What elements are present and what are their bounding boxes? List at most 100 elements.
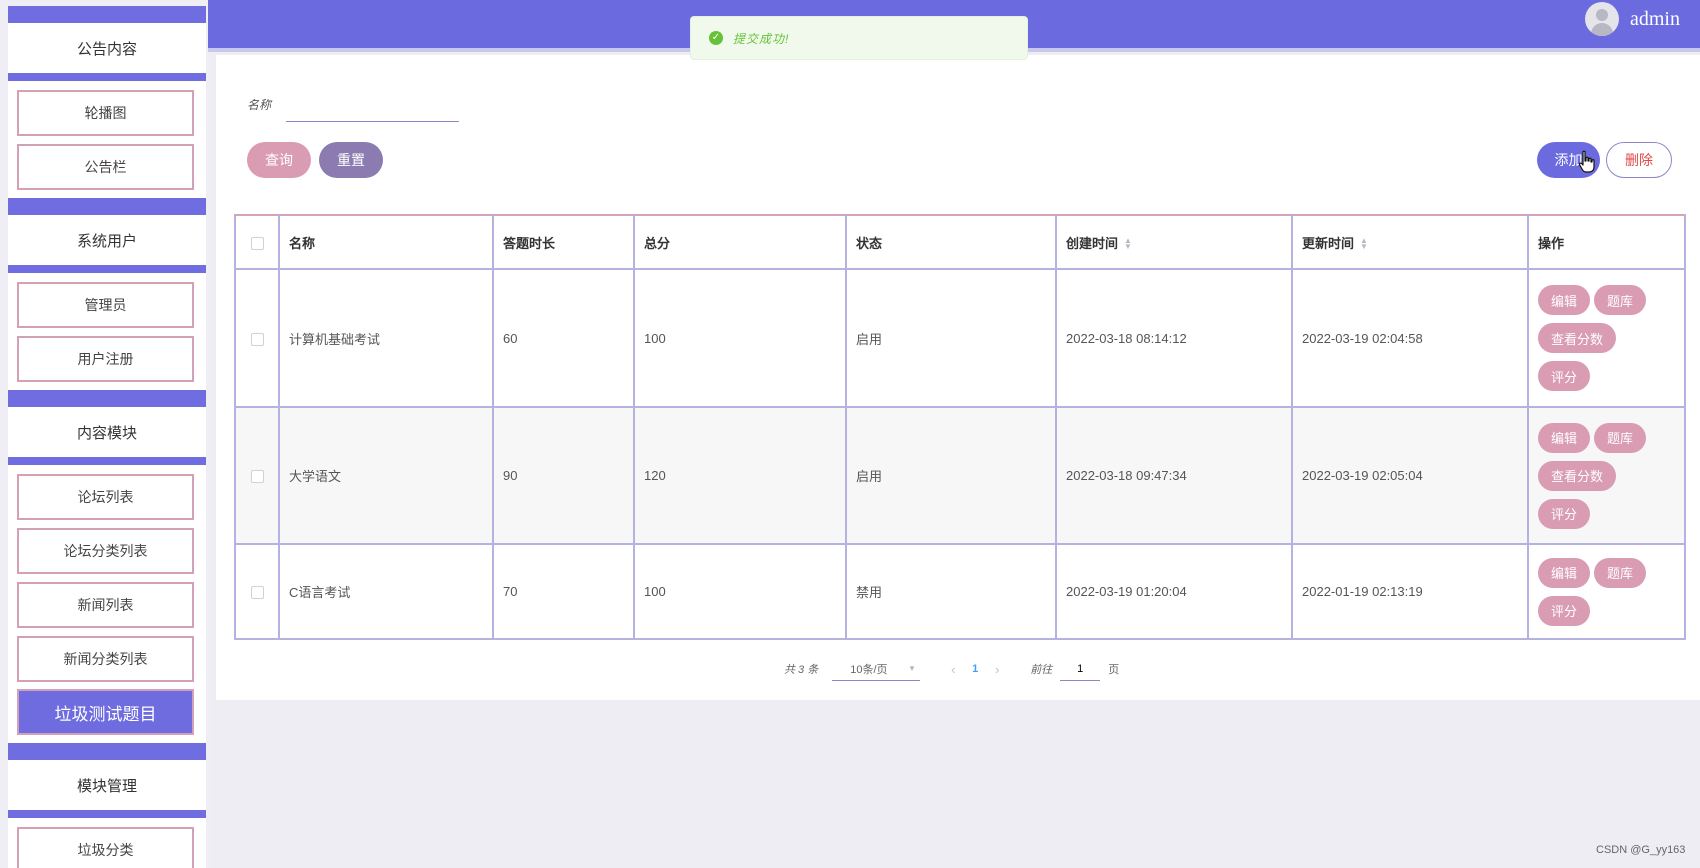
question-bank-button[interactable]: 题库: [1594, 557, 1647, 588]
success-toast: ✓ 提交成功!: [690, 16, 1028, 60]
row-select-cell: [234, 268, 280, 408]
cell-total: 100: [633, 543, 847, 640]
column-header-name: 名称: [278, 214, 494, 270]
cell-updated: 2022-03-19 02:04:58: [1291, 268, 1529, 408]
column-header-status: 状态: [845, 214, 1057, 270]
cell-duration: 90: [492, 406, 635, 545]
delete-button[interactable]: 删除: [1606, 142, 1672, 178]
action-group: 编辑 题库 评分: [1538, 557, 1658, 626]
view-scores-button[interactable]: 查看分数: [1538, 460, 1617, 491]
chevron-down-icon: ▾: [909, 663, 915, 673]
cell-updated: 2022-01-19 02:13:19: [1291, 543, 1529, 640]
cell-actions: 编辑 题库 评分: [1527, 543, 1686, 640]
reset-button[interactable]: 重置: [319, 142, 383, 178]
column-header-created[interactable]: 创建时间 ▲ ▼: [1055, 214, 1293, 270]
table-header-row: 名称 答题时长 总分 状态 创建时间 ▲ ▼ 更新时间 ▲ ▼ 操作: [234, 214, 1686, 270]
avatar-icon[interactable]: [1585, 2, 1619, 36]
edit-button[interactable]: 编辑: [1538, 285, 1591, 315]
watermark: CSDN @G_yy163: [1596, 844, 1686, 856]
cell-actions: 编辑 题库 查看分数 评分: [1527, 268, 1686, 408]
grade-button[interactable]: 评分: [1538, 498, 1591, 529]
hand-cursor-icon: [1578, 150, 1595, 173]
view-scores-button[interactable]: 查看分数: [1538, 323, 1617, 353]
cell-total: 100: [633, 268, 847, 408]
sidebar-bar: [8, 6, 206, 23]
prev-page-icon[interactable]: ‹: [942, 662, 964, 677]
question-bank-button[interactable]: 题库: [1594, 422, 1647, 453]
sidebar-bar: [8, 390, 206, 407]
cell-total: 120: [633, 406, 847, 545]
sidebar-bar: [8, 743, 206, 760]
question-bank-button[interactable]: 题库: [1594, 285, 1647, 315]
query-button[interactable]: 查询: [247, 142, 311, 178]
cell-status: 启用: [845, 406, 1057, 545]
pagination: 共 3 条 10条/页 ▾ ‹ 1 › 前往 页: [784, 657, 1119, 681]
sort-icon[interactable]: ▲ ▼: [1124, 237, 1132, 251]
sort-icon[interactable]: ▲ ▼: [1360, 237, 1368, 251]
page-number[interactable]: 1: [964, 663, 986, 675]
cell-created: 2022-03-18 09:47:34: [1055, 406, 1293, 545]
sidebar-group-content[interactable]: 内容模块: [8, 407, 206, 457]
column-header-updated[interactable]: 更新时间 ▲ ▼: [1291, 214, 1529, 270]
cell-name: 计算机基础考试: [278, 268, 494, 408]
sidebar-bar: [8, 198, 206, 215]
toast-message: 提交成功!: [733, 31, 790, 46]
action-group: 编辑 题库 查看分数 评分: [1538, 285, 1658, 391]
cell-status: 禁用: [845, 543, 1057, 640]
sidebar-group-announcements[interactable]: 公告内容: [8, 23, 206, 73]
goto-label: 前往: [1030, 664, 1053, 676]
row-select-cell: [234, 406, 280, 545]
action-group: 编辑 题库 查看分数 评分: [1538, 422, 1658, 529]
exam-table: 名称 答题时长 总分 状态 创建时间 ▲ ▼ 更新时间 ▲ ▼ 操作 计算机基础考试 6…: [234, 214, 1686, 640]
next-page-icon[interactable]: ›: [986, 662, 1008, 677]
column-header-actions: 操作: [1527, 214, 1686, 270]
sidebar-item-user-register[interactable]: 用户注册: [17, 336, 194, 382]
goto-page-input[interactable]: [1060, 657, 1101, 681]
sidebar-item-carousel[interactable]: 轮播图: [17, 90, 194, 136]
sidebar-bar: [8, 265, 206, 273]
grade-button[interactable]: 评分: [1538, 595, 1591, 626]
sidebar-item-garbage-category[interactable]: 垃圾分类: [17, 827, 194, 868]
select-all-checkbox[interactable]: [250, 236, 264, 250]
cell-name: 大学语文: [278, 406, 494, 545]
pagination-total: 共 3 条: [784, 664, 819, 676]
sidebar-item-news-category-list[interactable]: 新闻分类列表: [17, 636, 194, 682]
cell-updated: 2022-03-19 02:05:04: [1291, 406, 1529, 545]
select-all-cell: [234, 214, 280, 270]
column-header-total: 总分: [633, 214, 847, 270]
sidebar-group-module-management[interactable]: 模块管理: [8, 760, 206, 810]
cell-actions: 编辑 题库 查看分数 评分: [1527, 406, 1686, 545]
cell-duration: 70: [492, 543, 635, 640]
sidebar-item-forum-list[interactable]: 论坛列表: [17, 474, 194, 520]
sidebar-bar: [8, 810, 206, 818]
edit-button[interactable]: 编辑: [1538, 557, 1591, 588]
sidebar-item-admin[interactable]: 管理员: [17, 282, 194, 328]
cell-duration: 60: [492, 268, 635, 408]
table-row: 大学语文 90 120 启用 2022-03-18 09:47:34 2022-…: [234, 406, 1686, 545]
table-row: C语言考试 70 100 禁用 2022-03-19 01:20:04 2022…: [234, 543, 1686, 640]
cell-created: 2022-03-19 01:20:04: [1055, 543, 1293, 640]
sidebar-group-system-users[interactable]: 系统用户: [8, 215, 206, 265]
cell-created: 2022-03-18 08:14:12: [1055, 268, 1293, 408]
page-size-select[interactable]: 10条/页 ▾: [832, 657, 921, 681]
sidebar: 公告内容 轮播图 公告栏 系统用户 管理员 用户注册 内容模块 论坛列表 论坛分…: [0, 0, 212, 868]
goto-suffix: 页: [1108, 664, 1120, 676]
sidebar-bar: [8, 457, 206, 465]
grade-button[interactable]: 评分: [1538, 361, 1591, 391]
column-header-duration: 答题时长: [492, 214, 635, 270]
username[interactable]: admin: [1630, 8, 1680, 31]
table-row: 计算机基础考试 60 100 启用 2022-03-18 08:14:12 20…: [234, 268, 1686, 408]
search-input[interactable]: [286, 92, 459, 122]
edit-button[interactable]: 编辑: [1538, 422, 1591, 453]
row-checkbox[interactable]: [250, 586, 264, 600]
sidebar-item-forum-category-list[interactable]: 论坛分类列表: [17, 528, 194, 574]
sidebar-item-garbage-test-questions[interactable]: 垃圾测试题目: [17, 689, 194, 735]
cell-name: C语言考试: [278, 543, 494, 640]
row-select-cell: [234, 543, 280, 640]
row-checkbox[interactable]: [250, 470, 264, 484]
row-checkbox[interactable]: [250, 332, 264, 346]
sidebar-item-news-list[interactable]: 新闻列表: [17, 582, 194, 628]
search-label: 名称: [247, 98, 272, 112]
check-circle-icon: ✓: [709, 31, 723, 45]
sidebar-item-notice-board[interactable]: 公告栏: [17, 144, 194, 190]
